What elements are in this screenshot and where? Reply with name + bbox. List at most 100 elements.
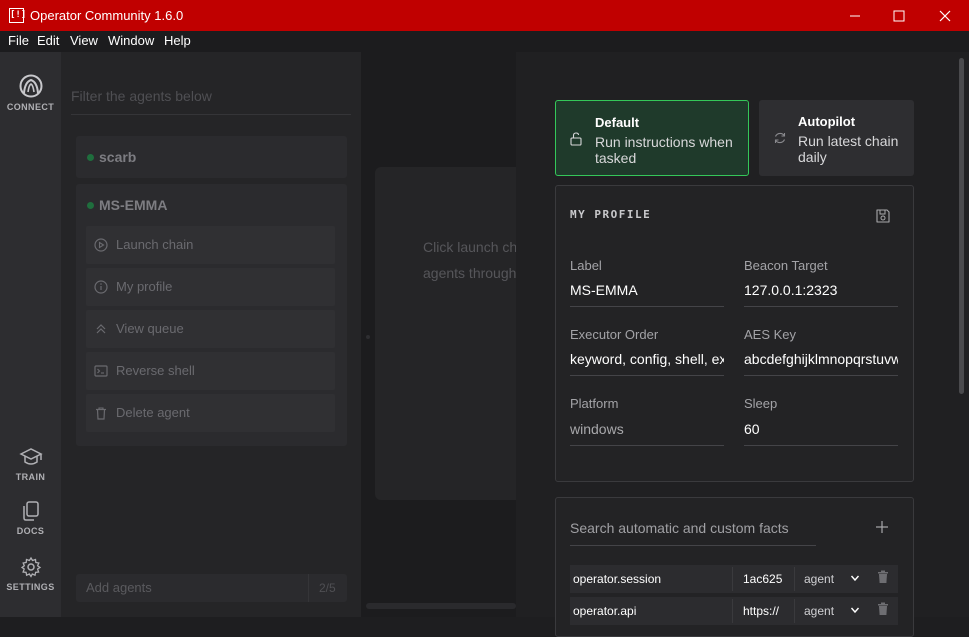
chevron-down-icon[interactable] <box>850 573 860 583</box>
vertical-scrollbar[interactable] <box>959 58 964 394</box>
executor-order-label: Executor Order <box>570 327 659 342</box>
fact-name-field[interactable]: operator.api <box>573 604 730 624</box>
add-fact-button[interactable] <box>875 520 889 539</box>
agent-status-dot <box>87 154 94 161</box>
save-profile-button[interactable] <box>875 208 891 229</box>
agent-name-scarb[interactable]: scarb <box>99 149 136 165</box>
fact-name-field[interactable]: operator.session <box>573 572 730 592</box>
sleep-underline <box>744 445 898 446</box>
center-hint-line-2: agents through <box>423 265 517 281</box>
nav-connect-label: CONNECT <box>6 102 55 112</box>
reverse-shell-button[interactable]: Reverse shell <box>86 352 335 390</box>
plus-icon <box>876 521 888 533</box>
launch-chain-label: Launch chain <box>116 237 194 252</box>
mode-autopilot-title: Autopilot <box>798 114 856 129</box>
executor-order-underline <box>570 375 724 376</box>
nav-settings-label: SETTINGS <box>6 582 55 592</box>
platform-label: Platform <box>570 396 619 411</box>
agent-count: 2/5 <box>319 581 336 595</box>
graduation-cap-icon <box>18 448 43 465</box>
info-icon <box>94 280 108 294</box>
fact-source-select[interactable]: agent <box>804 604 834 618</box>
close-icon <box>939 10 951 21</box>
add-agents-divider <box>308 574 309 602</box>
mode-default-desc: Run instructions when tasked <box>595 134 733 166</box>
fact-separator <box>794 567 795 591</box>
unlock-icon <box>570 132 582 146</box>
agent-status-dot <box>87 202 94 209</box>
chevrons-up-icon <box>96 324 106 334</box>
resize-handle[interactable] <box>366 335 370 339</box>
app-logo-icon: [!] <box>9 8 26 23</box>
fact-row: operator.api https:// agent <box>570 597 898 625</box>
maximize-button[interactable] <box>876 0 922 31</box>
menu-file[interactable]: File <box>8 33 29 48</box>
mode-default-title: Default <box>595 115 640 130</box>
aes-key-underline <box>744 375 898 376</box>
platform-field: windows <box>570 421 624 437</box>
my-profile-button[interactable]: My profile <box>86 268 335 306</box>
aes-key-label: AES Key <box>744 327 797 342</box>
sleep-field[interactable]: 60 <box>744 421 898 437</box>
beacon-target-label: Beacon Target <box>744 258 828 273</box>
mode-default-button[interactable]: Default Run instructions when tasked <box>555 100 749 176</box>
launch-chain-button[interactable]: Launch chain <box>86 226 335 264</box>
trash-icon[interactable] <box>877 570 889 584</box>
my-profile-label: My profile <box>116 279 173 294</box>
minimize-button[interactable] <box>832 0 878 31</box>
agent-name-ms-emma[interactable]: MS-EMMA <box>99 197 167 213</box>
fact-separator <box>732 599 733 623</box>
mode-autopilot-button[interactable]: Autopilot Run latest chain daily <box>759 100 914 176</box>
add-agents-placeholder: Add agents <box>86 580 152 595</box>
fact-value-field[interactable]: 1ac625 <box>743 572 782 586</box>
chevron-down-icon[interactable] <box>850 605 860 615</box>
aes-key-field[interactable]: abcdefghijklmnopqrstuvw <box>744 351 898 367</box>
terminal-icon <box>94 365 108 377</box>
sleep-label: Sleep <box>744 396 778 411</box>
horizontal-scrollbar[interactable] <box>366 603 516 609</box>
view-queue-label: View queue <box>116 321 184 336</box>
nav-connect[interactable]: CONNECT <box>0 74 61 112</box>
fact-separator <box>794 599 795 623</box>
minimize-icon <box>850 15 860 16</box>
delete-agent-label: Delete agent <box>116 405 190 420</box>
menu-bar: File Edit View Window Help <box>0 31 969 52</box>
executor-order-field[interactable]: keyword, config, shell, exi <box>570 351 724 367</box>
nav-docs[interactable]: DOCS <box>0 500 61 536</box>
close-button[interactable] <box>922 0 968 31</box>
play-circle-icon <box>94 238 108 252</box>
fact-value-field[interactable]: https:// <box>743 604 779 618</box>
trash-icon <box>96 407 106 420</box>
window-title: Operator Community 1.6.0 <box>30 8 184 23</box>
maximize-icon <box>893 10 905 21</box>
facts-search-underline <box>570 545 816 546</box>
label-field-label: Label <box>570 258 602 273</box>
label-field-underline <box>570 306 724 307</box>
center-card <box>375 167 525 500</box>
fact-source-select[interactable]: agent <box>804 572 834 586</box>
menu-help[interactable]: Help <box>164 33 191 48</box>
nav-train[interactable]: TRAIN <box>0 446 61 482</box>
trash-icon[interactable] <box>877 602 889 616</box>
menu-edit[interactable]: Edit <box>37 33 59 48</box>
label-field[interactable]: MS-EMMA <box>570 282 724 298</box>
filter-underline <box>71 114 351 115</box>
save-icon <box>876 209 890 223</box>
fact-separator <box>732 567 733 591</box>
filter-agents-input[interactable]: Filter the agents below <box>71 88 212 104</box>
docs-icon <box>22 501 39 521</box>
menu-window[interactable]: Window <box>108 33 154 48</box>
add-agents-input[interactable]: Add agents 2/5 <box>76 574 347 602</box>
connect-icon <box>19 74 42 98</box>
delete-agent-button[interactable]: Delete agent <box>86 394 335 432</box>
beacon-target-field[interactable]: 127.0.0.1:2323 <box>744 282 898 298</box>
view-queue-button[interactable]: View queue <box>86 310 335 348</box>
center-hint-line-1: Click launch ch <box>423 239 518 255</box>
refresh-icon <box>774 132 786 144</box>
title-bar: [!] Operator Community 1.6.0 <box>0 0 969 31</box>
menu-view[interactable]: View <box>70 33 98 48</box>
facts-search-input[interactable]: Search automatic and custom facts <box>570 520 789 536</box>
nav-train-label: TRAIN <box>15 472 46 482</box>
nav-settings[interactable]: SETTINGS <box>0 556 61 592</box>
gear-icon <box>20 556 41 578</box>
